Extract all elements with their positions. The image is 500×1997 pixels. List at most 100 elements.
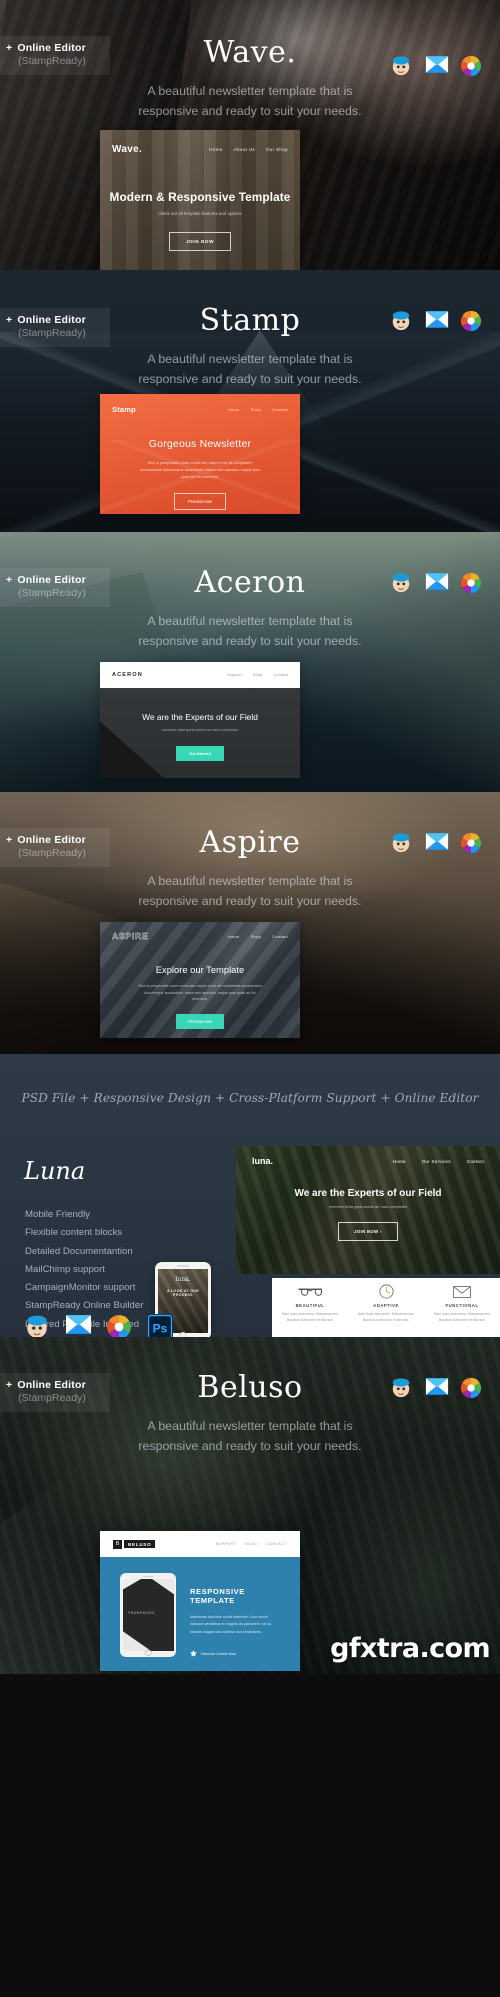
nav-link[interactable]: Shop (251, 407, 262, 412)
feature-cell: BEAUTIFUL Nam dolor duis lorem. Maecenas… (272, 1278, 348, 1337)
luna-template-preview[interactable]: luna. Home Our Services Contact We are t… (236, 1146, 500, 1274)
feature-title: ADAPTIVE (373, 1303, 399, 1308)
stampready-icon[interactable] (460, 310, 482, 332)
feature-cell: ADAPTIVE Nam dolor duis lorem. Maecenas … (348, 1278, 424, 1337)
phone-home-button (179, 1331, 187, 1337)
mailchimp-icon[interactable] (390, 310, 412, 332)
stampready-icon[interactable] (460, 1377, 482, 1399)
panel-wave: + Online Editor (StampReady) Wave. A beau… (0, 0, 500, 270)
nav-link[interactable]: Contact (274, 673, 289, 677)
online-editor-badge[interactable]: + Online Editor (StampReady) (0, 36, 110, 75)
nav-link[interactable]: Home (228, 407, 240, 412)
cta-label: Discover Create Now (201, 1651, 236, 1656)
preview-nav: ASPIRE Home Shop Contact (100, 922, 300, 950)
stampready-icon[interactable] (460, 572, 482, 594)
mailchimp-icon[interactable] (390, 55, 412, 77)
feature-cells-strip: BEAUTIFUL Nam dolor duis lorem. Maecenas… (272, 1278, 500, 1337)
preview-nav-links: Home Shop Contact (228, 934, 288, 939)
nav-link[interactable]: Home (209, 147, 222, 152)
template-preview-beluso[interactable]: B BELUSO SUPPORT BLOG CONTACT FRAMEWORK … (100, 1531, 300, 1671)
online-editor-badge[interactable]: + Online Editor (StampReady) (0, 1373, 110, 1412)
feature-text: Nam dolor duis lorem. Maecenas ens fauci… (357, 1312, 415, 1323)
online-editor-badge[interactable]: + Online Editor (StampReady) (0, 828, 110, 867)
preview-body: Modern & Responsive Template check out a… (100, 190, 300, 251)
nav-link[interactable]: BLOG (245, 1542, 257, 1546)
nav-link[interactable]: Contact (272, 407, 288, 412)
campaignmonitor-icon[interactable] (425, 1377, 449, 1399)
get-started-button[interactable]: Get Started (176, 746, 224, 761)
nav-link[interactable]: Our Shop (266, 147, 288, 152)
preview-nav-links: Home Shop Contact (228, 407, 288, 412)
join-now-button[interactable]: JOIN NOW (168, 232, 232, 251)
preview-nav-links: Home About Us Our Shop (209, 147, 288, 152)
preview-logo: ACERON (112, 672, 143, 678)
phone-speaker (177, 1265, 189, 1267)
online-editor-badge[interactable]: + Online Editor (StampReady) (0, 308, 110, 347)
feature-text: Nam dolor duis lorem. Maecenas ens fauci… (433, 1312, 491, 1323)
photoshop-icon[interactable]: Ps (147, 1314, 173, 1337)
svg-text:Ps: Ps (153, 1322, 168, 1336)
nav-link[interactable]: Support (227, 673, 242, 677)
join-now-button[interactable]: JOIN NOW › (338, 1222, 398, 1241)
nav-link[interactable]: CONTACT (266, 1542, 287, 1546)
mailchimp-icon[interactable] (24, 1314, 50, 1337)
phone-screen-label: FRAMEWORK (128, 1611, 155, 1616)
feature-text: Nam dolor duis lorem. Maecenas ens fauci… (281, 1312, 339, 1323)
nav-link[interactable]: Home (393, 1159, 406, 1164)
discover-cta[interactable]: Discover Create Now (190, 1650, 282, 1657)
phone-caption: A LOOK AT OUR PROCESS (166, 1289, 200, 1297)
stampready-icon[interactable] (460, 832, 482, 854)
badge-subtitle: (StampReady) (18, 1392, 86, 1404)
nav-link[interactable]: Shop (251, 934, 262, 939)
preview-subheading: overview what great works we have comple… (161, 728, 239, 732)
preview-nav: B BELUSO SUPPORT BLOG CONTACT (100, 1531, 300, 1557)
mailchimp-icon[interactable] (390, 832, 412, 854)
preview-logo: Wave. (112, 143, 143, 155)
campaignmonitor-icon[interactable] (425, 572, 449, 594)
preview-now-button[interactable]: Preview now (176, 1013, 224, 1029)
feature-cell: FUNCTIONAL Nam dolor duis lorem. Maecena… (424, 1278, 500, 1337)
preview-logo: B BELUSO (113, 1539, 156, 1549)
plus-icon: + (6, 314, 13, 326)
nav-link[interactable]: Home (228, 934, 240, 939)
phone-mockup-beluso: FRAMEWORK (120, 1573, 176, 1657)
stampready-icon[interactable] (106, 1314, 132, 1337)
template-preview-wave[interactable]: Wave. Home About Us Our Shop Modern & Re… (100, 130, 300, 270)
nav-link[interactable]: Shop (253, 673, 263, 677)
phone-screen: FRAMEWORK (122, 1579, 174, 1651)
campaignmonitor-icon[interactable] (425, 55, 449, 77)
campaignmonitor-icon[interactable] (425, 310, 449, 332)
preview-nav: Wave. Home About Us Our Shop (100, 130, 300, 168)
hero-subtitle: A beautiful newsletter template that is … (138, 1419, 362, 1454)
plus-icon: + (6, 834, 13, 846)
template-preview-aceron[interactable]: ACERON Support Shop Contact We are the E… (100, 662, 300, 778)
template-preview-stamp[interactable]: Stamp Home Shop Contact Gorgeous Newslet… (100, 394, 300, 514)
mailchimp-icon[interactable] (390, 572, 412, 594)
nav-link[interactable]: Contact (272, 934, 288, 939)
preview-now-button[interactable]: Preview now (174, 492, 226, 510)
campaignmonitor-icon[interactable] (425, 832, 449, 854)
feature-title: BEAUTIFUL (295, 1303, 325, 1308)
preview-nav-links: Support Shop Contact (227, 673, 288, 677)
preview-nav-links: Home Our Services Contact (393, 1159, 484, 1164)
online-editor-badge[interactable]: + Online Editor (StampReady) (0, 568, 110, 607)
preview-heading: We are the Experts of our Field (142, 712, 258, 722)
nav-link[interactable]: Contact (467, 1159, 484, 1164)
template-preview-aspire[interactable]: ASPIRE Home Shop Contact Explore our Tem… (100, 922, 300, 1038)
nav-link[interactable]: Our Services (422, 1159, 451, 1164)
campaignmonitor-icon[interactable] (65, 1314, 91, 1337)
mailchimp-icon[interactable] (390, 1377, 412, 1399)
preview-subheading: check out all template features and opti… (158, 211, 242, 216)
preview-paragraph: Sed ut perspiciatis unde omnis iste natu… (140, 460, 260, 480)
integration-icons-features: Ps (24, 1314, 173, 1337)
nav-link[interactable]: SUPPORT (216, 1542, 237, 1546)
nav-link[interactable]: About Us (234, 147, 255, 152)
preview-heading: Modern & Responsive Template (109, 190, 291, 204)
integration-icons-wave (390, 55, 482, 77)
preview-nav: ACERON Support Shop Contact (100, 662, 300, 688)
preview-heading: Explore our Template (155, 964, 245, 975)
preview-nav: luna. Home Our Services Contact (236, 1146, 500, 1166)
preview-nav-links: SUPPORT BLOG CONTACT (216, 1542, 287, 1546)
preview-logo: luna. (252, 1156, 274, 1166)
stampready-icon[interactable] (460, 55, 482, 77)
